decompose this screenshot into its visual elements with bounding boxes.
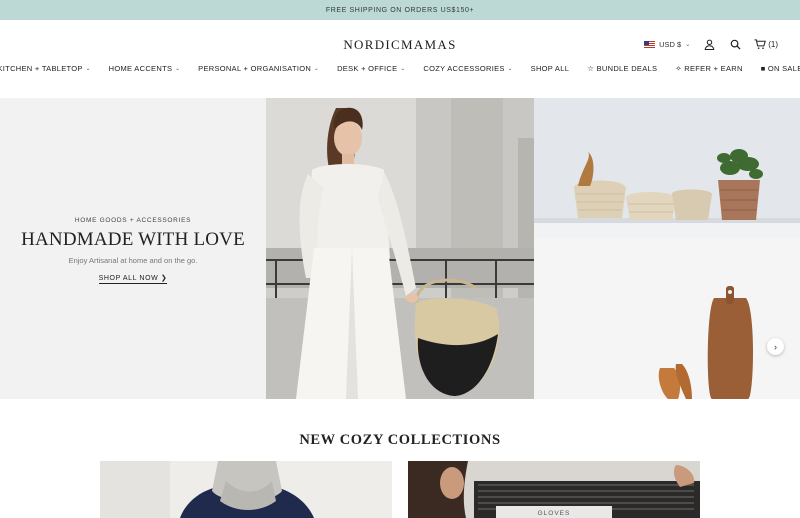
hero-text-panel: HOME GOODS + ACCESSORIES HANDMADE WITH L… (0, 98, 266, 399)
collections-heading: NEW COZY COLLECTIONS (299, 432, 501, 448)
hero-eyebrow: HOME GOODS + ACCESSORIES (74, 217, 192, 224)
nav-item-label: ■ ON SALE (760, 64, 800, 73)
shop-all-link[interactable]: SHOP ALL NOW ❯ (98, 274, 168, 284)
promo-bar: FREE SHIPPING ON ORDERS US$150+ (0, 0, 800, 20)
currency-selector[interactable]: USD $ ⌄ (644, 40, 690, 49)
header-tools: USD $ ⌄ (1) (644, 37, 778, 51)
nav-item-kitchen-tabletop[interactable]: KITCHEN + TABLETOP ⌄ (0, 64, 100, 73)
collection-card-gloves[interactable]: GLOVES (408, 461, 700, 518)
chevron-down-icon: ⌄ (507, 65, 513, 72)
chevron-down-icon: ⌄ (175, 65, 181, 72)
nav-item-label: HOME ACCENTS (108, 64, 173, 73)
nav-item-refer-earn[interactable]: ✧ REFER + EARN (666, 64, 751, 73)
nav-item-desk-office[interactable]: DESK + OFFICE ⌄ (328, 64, 414, 73)
cart-icon (754, 38, 767, 49)
collection-card-label-text: GLOVES (537, 509, 571, 517)
nav-item-label: ☆ BUNDLE DEALS (587, 64, 658, 73)
hero-subtitle: Enjoy Artisanal at home and on the go. (68, 256, 198, 265)
hero-image-home-goods (534, 98, 800, 399)
cart-button[interactable]: (1) (754, 38, 778, 50)
nav-item-label: COZY ACCESSORIES (423, 64, 505, 73)
promo-text: FREE SHIPPING ON ORDERS US$150+ (325, 6, 475, 14)
nav-item-label: KITCHEN + TABLETOP (0, 64, 83, 73)
nav-item-on-sale[interactable]: ■ ON SALE (752, 64, 800, 73)
chevron-down-icon: ⌄ (400, 65, 406, 72)
collection-card-label: GLOVES (496, 506, 612, 518)
nav-item-label: ✧ REFER + EARN (675, 64, 743, 73)
nav-item-cozy-accessories[interactable]: COZY ACCESSORIES ⌄ (414, 64, 521, 73)
collection-card-scarves[interactable] (100, 461, 392, 518)
nav-item-home-accents[interactable]: HOME ACCENTS ⌄ (100, 64, 190, 73)
collection-image-scarf (100, 461, 392, 518)
hero-image-woman-with-basket (266, 98, 534, 399)
account-icon[interactable] (702, 37, 716, 51)
nav-item-personal-organisation[interactable]: PERSONAL + ORGANISATION ⌄ (189, 64, 328, 73)
main-nav: KITCHEN + TABLETOP ⌄ HOME ACCENTS ⌄ PERSON… (0, 64, 800, 73)
chevron-down-icon: ⌄ (85, 65, 91, 72)
chevron-down-icon: ⌄ (314, 65, 320, 72)
nav-item-shop-all[interactable]: SHOP ALL (522, 64, 579, 73)
nav-item-label: SHOP ALL (530, 64, 570, 73)
nav-item-bundle-deals[interactable]: ☆ BUNDLE DEALS (578, 64, 666, 73)
currency-label: USD $ (659, 39, 682, 49)
nav-item-label: DESK + OFFICE (337, 64, 398, 73)
chevron-right-icon: › (774, 341, 777, 352)
hero-slideshow: HOME GOODS + ACCESSORIES HANDMADE WITH L… (0, 98, 800, 399)
hero-title: HANDMADE WITH LOVE (21, 229, 245, 250)
slider-next-button[interactable]: › (767, 338, 784, 355)
chevron-down-icon: ⌄ (685, 41, 691, 48)
nav-item-label: PERSONAL + ORGANISATION (198, 64, 312, 73)
us-flag-icon (644, 40, 656, 48)
site-header: NORDICMAMAS USD $ ⌄ (1) KITCHEN + TABLET… (0, 20, 800, 98)
search-icon[interactable] (728, 37, 742, 51)
cart-count: (1) (768, 39, 778, 49)
